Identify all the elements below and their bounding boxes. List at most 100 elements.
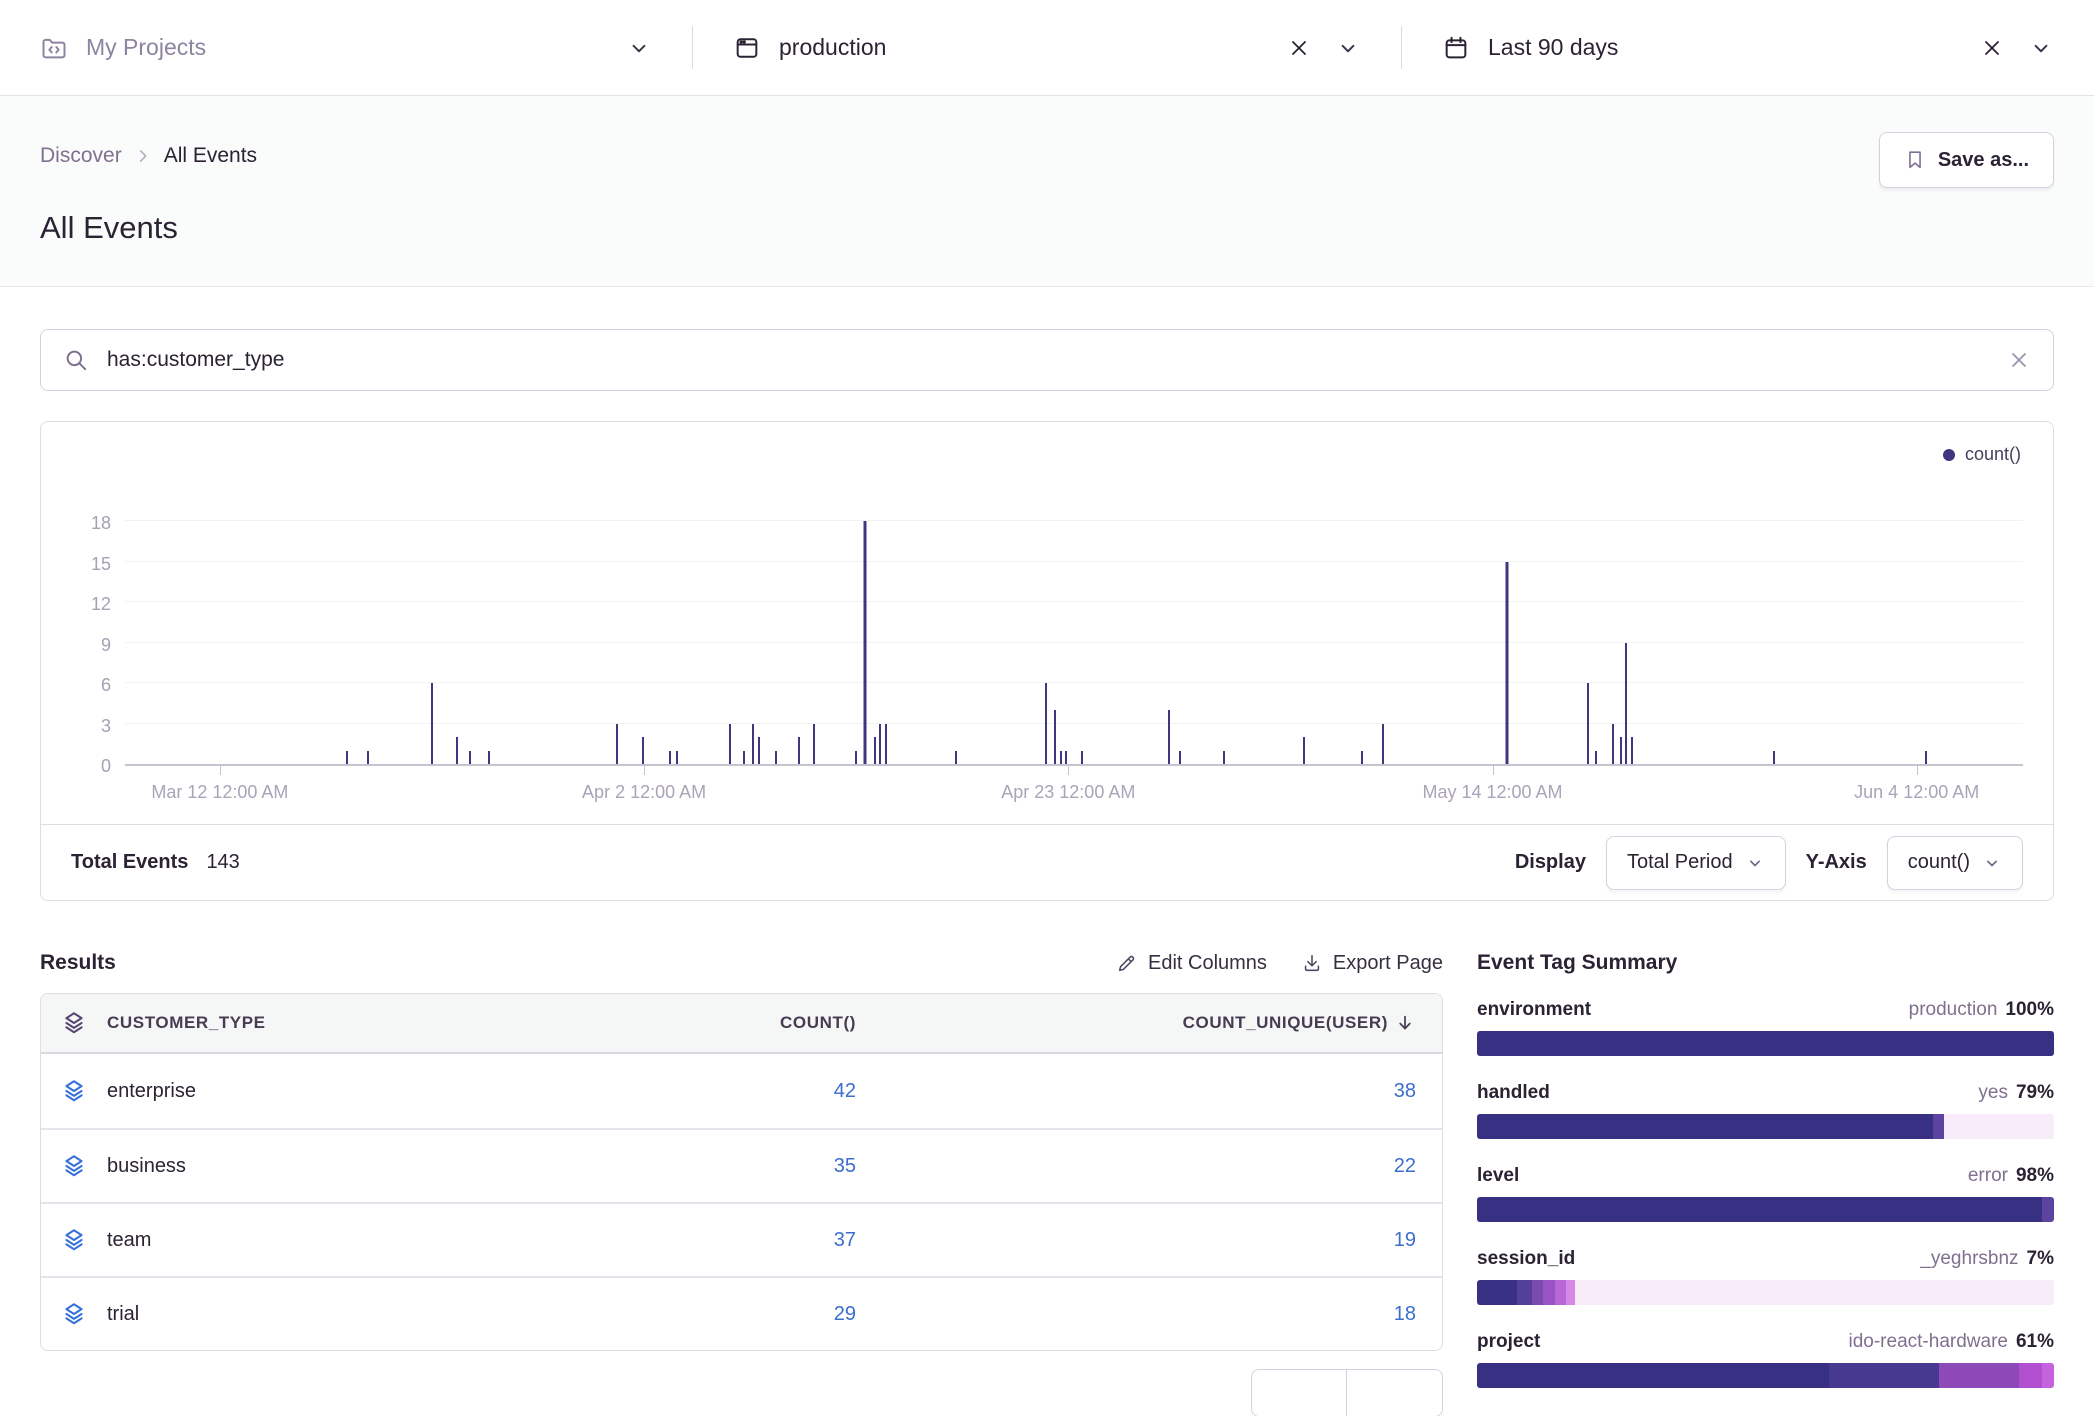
column-header-count[interactable]: COUNT()	[780, 1013, 882, 1033]
tag-name: environment	[1477, 999, 1591, 1021]
table-row: business 35 22	[41, 1128, 1442, 1202]
breadcrumb-discover-link[interactable]: Discover	[40, 144, 122, 168]
environment-selector-label: production	[779, 34, 886, 61]
chart-bar	[874, 737, 876, 764]
chevron-down-icon[interactable]	[626, 35, 652, 61]
count-cell-link[interactable]: 42	[834, 1080, 882, 1103]
chart-bar	[775, 751, 777, 765]
chart-bar	[346, 751, 348, 765]
tag-bar-segment	[1543, 1280, 1555, 1305]
count-cell-link[interactable]: 37	[834, 1229, 882, 1252]
chart-bar	[1505, 562, 1508, 765]
chart-bar	[1595, 751, 1597, 765]
chart-bar	[1054, 710, 1056, 764]
stack-icon	[61, 1078, 87, 1104]
search-bar	[40, 329, 2054, 391]
tag-bar-segment	[2042, 1197, 2054, 1222]
y-tick-label: 9	[101, 634, 111, 656]
count-unique-user-cell-link[interactable]: 22	[1394, 1155, 1442, 1178]
calendar-icon	[1442, 34, 1470, 62]
tag-distribution-bar[interactable]	[1477, 1280, 2054, 1305]
chart-bar	[1065, 751, 1067, 765]
chart-bar	[752, 724, 754, 765]
clear-environment-icon[interactable]	[1287, 36, 1311, 60]
chart-bar	[469, 751, 471, 765]
edit-columns-button[interactable]: Edit Columns	[1116, 952, 1267, 975]
tag-distribution-bar[interactable]	[1477, 1114, 2054, 1139]
column-header-customer-type[interactable]: CUSTOMER_TYPE	[107, 1013, 582, 1033]
display-dropdown[interactable]: Total Period	[1606, 836, 1786, 890]
chart-bar	[1625, 643, 1627, 765]
tag-distribution-bar[interactable]	[1477, 1031, 2054, 1056]
display-dropdown-value: Total Period	[1627, 851, 1733, 874]
table-row: trial 29 18	[41, 1276, 1442, 1350]
chart-legend[interactable]: count()	[1943, 444, 2021, 465]
tag-list: environment production 100% handled yes …	[1477, 999, 2054, 1388]
chevron-down-icon[interactable]	[2028, 35, 2054, 61]
customer-type-cell: enterprise	[107, 1080, 582, 1103]
tag-name: project	[1477, 1331, 1540, 1353]
chart-bar	[729, 724, 731, 765]
stack-icon	[61, 1301, 87, 1327]
sort-desc-icon	[1394, 1012, 1416, 1034]
tag-row: session_id _yeghrsbnz 7%	[1477, 1248, 2054, 1305]
results-table: CUSTOMER_TYPE COUNT() COUNT_UNIQUE(USER)…	[40, 993, 1443, 1351]
y-tick-label: 6	[101, 674, 111, 696]
y-axis-dropdown[interactable]: count()	[1887, 836, 2023, 890]
tag-bar-segment	[1477, 1363, 1829, 1388]
tag-bar-segment	[2042, 1363, 2054, 1388]
tag-name: handled	[1477, 1082, 1550, 1104]
chart-bar	[885, 724, 887, 765]
next-page-button[interactable]	[1347, 1369, 1443, 1416]
x-tick-label: Apr 23 12:00 AM	[1001, 782, 1135, 803]
tag-top-value: ido-react-hardware	[1849, 1331, 2008, 1353]
clear-date-range-icon[interactable]	[1980, 36, 2004, 60]
count-unique-user-cell-link[interactable]: 19	[1394, 1229, 1442, 1252]
search-input[interactable]	[107, 348, 1989, 372]
chart-bar	[743, 751, 745, 765]
x-tick-label: Apr 2 12:00 AM	[582, 782, 706, 803]
legend-label: count()	[1965, 444, 2021, 465]
gridline	[125, 723, 2023, 724]
column-header-count-unique-user[interactable]: COUNT_UNIQUE(USER)	[1183, 1012, 1442, 1034]
customer-type-cell: team	[107, 1229, 582, 1252]
project-selector[interactable]: My Projects	[0, 0, 692, 95]
y-tick-label: 0	[101, 755, 111, 777]
display-label: Display	[1515, 851, 1586, 874]
x-tick-mark	[220, 766, 221, 775]
tag-distribution-bar[interactable]	[1477, 1363, 2054, 1388]
export-page-button[interactable]: Export Page	[1301, 952, 1443, 975]
chevron-down-icon[interactable]	[1335, 35, 1361, 61]
count-cell-link[interactable]: 35	[834, 1155, 882, 1178]
tag-bar-segment	[1477, 1197, 2042, 1222]
download-icon	[1301, 952, 1323, 974]
date-range-selector[interactable]: Last 90 days	[1402, 0, 2094, 95]
previous-page-button[interactable]	[1251, 1369, 1347, 1416]
environment-selector[interactable]: production	[693, 0, 1401, 95]
gridline	[125, 601, 2023, 602]
tag-top-value: production	[1909, 999, 1998, 1021]
chart-bar	[1045, 683, 1047, 764]
chevron-right-icon	[132, 145, 154, 167]
results-table-body: enterprise 42 38 business 35 22 team 37 …	[41, 1054, 1442, 1350]
gridline	[125, 642, 2023, 643]
breadcrumb: Discover All Events	[40, 144, 2054, 168]
y-tick-label: 12	[91, 593, 111, 615]
breadcrumb-current: All Events	[164, 144, 257, 168]
x-tick-label: Mar 12 12:00 AM	[151, 782, 288, 803]
save-as-button[interactable]: Save as...	[1879, 132, 2054, 188]
count-unique-user-cell-link[interactable]: 18	[1394, 1303, 1442, 1326]
gridline	[125, 520, 2023, 521]
chart-bar	[1223, 751, 1225, 765]
count-unique-user-cell-link[interactable]: 38	[1394, 1080, 1442, 1103]
tag-bar-segment	[1477, 1280, 1517, 1305]
count-cell-link[interactable]: 29	[834, 1303, 882, 1326]
clear-search-icon[interactable]	[2007, 348, 2031, 372]
chart-bar	[1620, 737, 1622, 764]
x-tick-mark	[1917, 766, 1918, 775]
total-events-label: Total Events	[71, 851, 188, 874]
events-chart-plot[interactable]	[125, 478, 2023, 766]
tag-distribution-bar[interactable]	[1477, 1197, 2054, 1222]
page-header: Discover All Events Save as... All Event…	[0, 96, 2094, 287]
table-row: enterprise 42 38	[41, 1054, 1442, 1128]
